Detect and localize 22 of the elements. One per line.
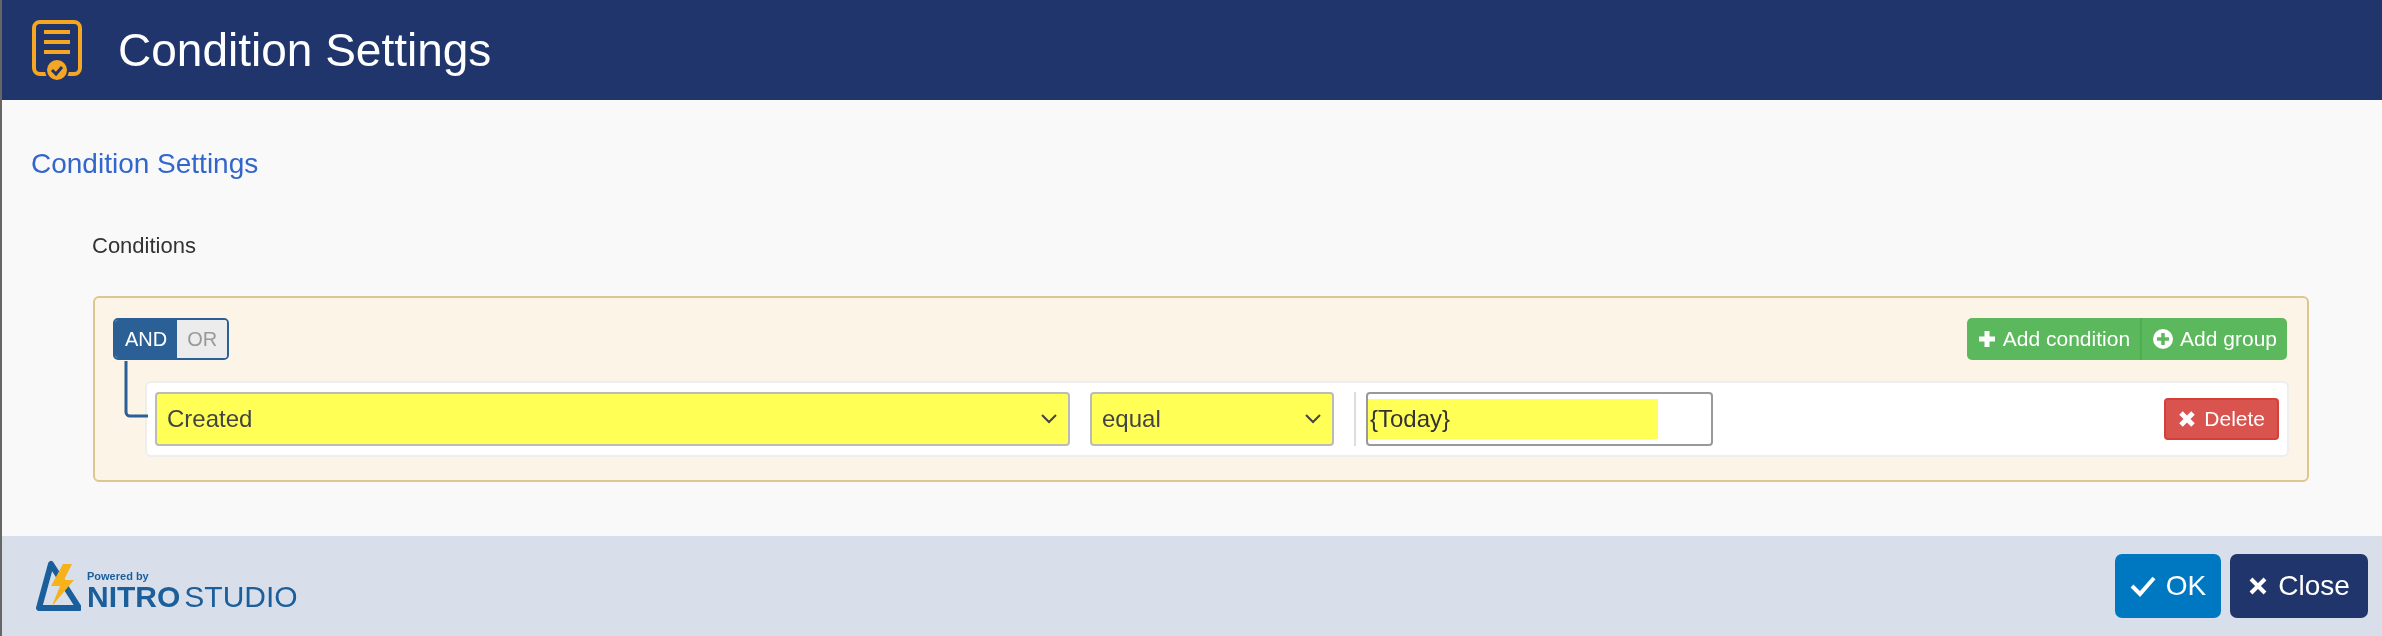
select-field[interactable]: Created xyxy=(155,392,1070,446)
logo-wordmark: STUDIO xyxy=(184,582,298,612)
close-icon xyxy=(2248,576,2269,596)
close-icon xyxy=(2178,410,2197,428)
logo-tagline: Powered by xyxy=(87,571,149,582)
close-button[interactable]: Close xyxy=(2230,554,2368,618)
checklist-icon xyxy=(32,18,82,82)
plus-circle-icon xyxy=(2152,328,2175,350)
chevron-down-icon xyxy=(1040,413,1058,425)
select-field[interactable]: equal xyxy=(1090,392,1334,446)
chevron-down-icon xyxy=(1304,413,1322,425)
logo-wordmark: NITRO xyxy=(87,582,181,612)
delete-button[interactable]: Delete xyxy=(2164,398,2279,440)
value-field[interactable]: {Today} xyxy=(1366,392,1713,446)
check-icon xyxy=(2129,575,2156,597)
logo-icon xyxy=(35,560,81,612)
plus-icon xyxy=(1976,329,1997,349)
conditions-label: Conditions xyxy=(92,232,196,260)
section-title: Condition Settings xyxy=(31,147,259,181)
window-title: Condition Settings xyxy=(118,22,492,78)
ok-button[interactable]: OK xyxy=(2115,554,2221,618)
conjunction-toggle[interactable]: AND xyxy=(115,320,178,358)
